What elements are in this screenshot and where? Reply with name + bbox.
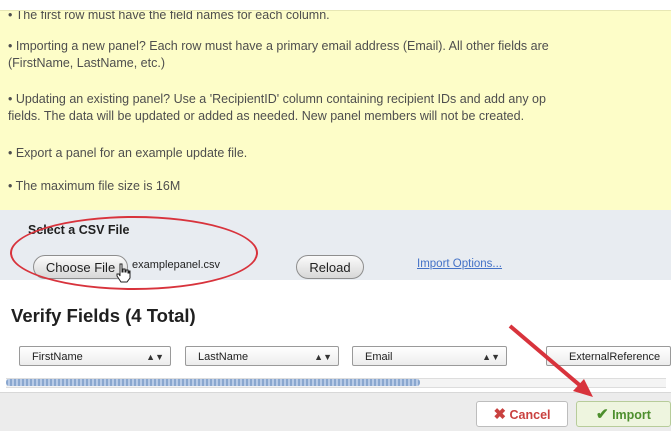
cancel-button[interactable]: ✖ Cancel (476, 401, 568, 427)
field-select-label: LastName (198, 351, 249, 363)
up-down-arrows-icon: ▲▼ (146, 352, 164, 362)
x-icon: ✖ (493, 406, 507, 423)
up-down-arrows-icon: ▲▼ (314, 352, 332, 362)
instruction-new-panel: • Importing a new panel? Each row must h… (8, 39, 549, 53)
instruction-new-panel-cont: (FirstName, LastName, etc.) (8, 56, 165, 70)
import-options-link[interactable]: Import Options... (417, 258, 502, 270)
scrollbar-thumb[interactable] (6, 379, 420, 386)
instruction-first-row: • The first row must have the field name… (8, 10, 330, 22)
reload-button[interactable]: Reload (296, 255, 364, 279)
cancel-label: Cancel (509, 408, 551, 422)
instruction-update-panel: • Updating an existing panel? Use a 'Rec… (8, 92, 546, 106)
import-button[interactable]: ✔ Import (576, 401, 671, 427)
annotation-ellipse (10, 216, 258, 290)
instruction-update-panel-cont: fields. The data will be updated or adde… (8, 109, 525, 123)
annotation-arrow-icon (508, 324, 593, 397)
top-strip (0, 0, 671, 10)
field-select-label: FirstName (32, 351, 83, 363)
verify-fields-title: Verify Fields (4 Total) (11, 305, 196, 326)
import-label: Import (612, 408, 651, 422)
field-select-email[interactable]: Email ▲▼ (352, 346, 507, 366)
hand-cursor-icon (116, 263, 131, 283)
instruction-max-size: • The maximum file size is 16M (8, 179, 181, 193)
check-icon: ✔ (596, 406, 609, 423)
up-down-arrows-icon: ▲▼ (482, 352, 500, 362)
field-select-label: Email (365, 351, 393, 363)
instructions-panel: • The first row must have the field name… (0, 10, 671, 212)
field-select-firstname[interactable]: FirstName ▲▼ (19, 346, 171, 366)
instruction-export: • Export a panel for an example update f… (8, 146, 248, 160)
field-select-lastname[interactable]: LastName ▲▼ (185, 346, 339, 366)
